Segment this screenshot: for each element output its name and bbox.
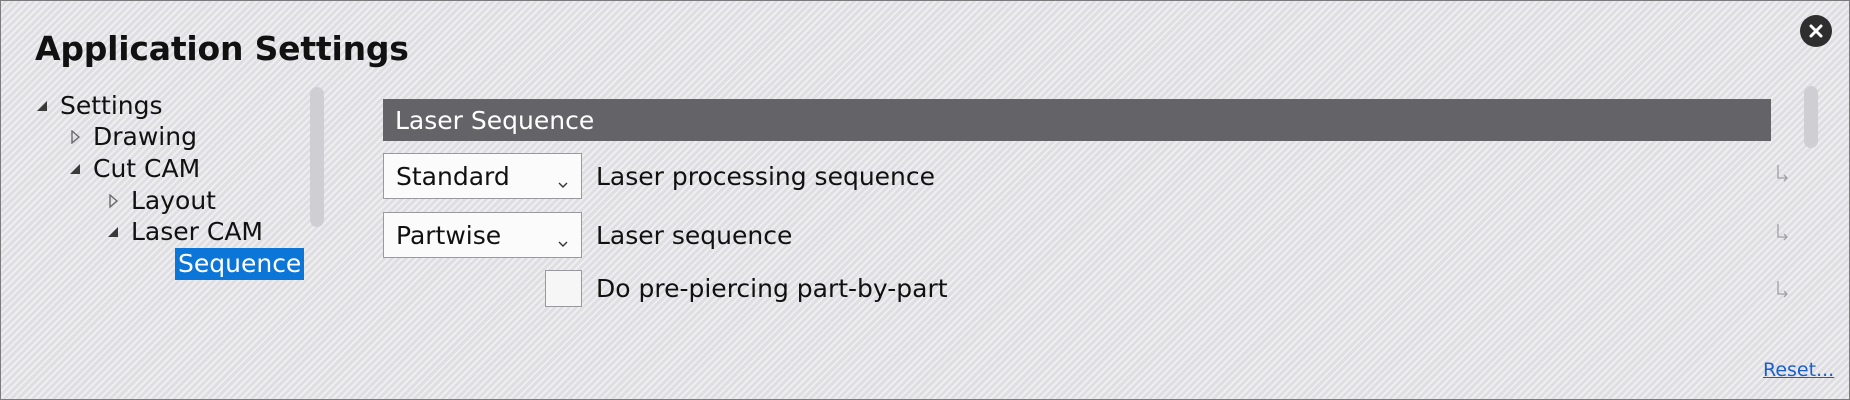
section-header: Laser Sequence [383, 99, 1771, 141]
pre-piercing-label: Do pre-piercing part-by-part [596, 274, 948, 303]
window-title: Application Settings [35, 29, 409, 68]
dropdown-value: Partwise [396, 220, 502, 250]
triangle-expanded-icon[interactable] [31, 89, 57, 123]
tree-item-settings[interactable]: Settings [31, 89, 166, 123]
settings-tree: Settings Drawing Cut CAM Layout Laser CA [31, 89, 321, 319]
close-icon [1808, 23, 1824, 39]
pre-piercing-checkbox[interactable] [545, 270, 582, 307]
tree-scrollbar[interactable] [310, 87, 324, 227]
laser-processing-sequence-label: Laser processing sequence [596, 162, 936, 191]
tree-item-label: Layout [131, 186, 216, 215]
settings-window: Application Settings Settings Drawing Cu… [0, 0, 1850, 400]
laser-sequence-label: Laser sequence [596, 221, 793, 250]
dropdown-value: Standard [396, 161, 510, 191]
tree-item-laser-cam[interactable]: Laser CAM [102, 215, 266, 249]
tree-item-layout[interactable]: Layout [102, 184, 219, 218]
laser-processing-sequence-dropdown[interactable]: Standard [383, 153, 582, 199]
tree-item-label: Cut CAM [93, 154, 201, 183]
close-button[interactable] [1800, 15, 1832, 47]
triangle-expanded-icon[interactable] [64, 152, 90, 186]
content-scrollbar[interactable] [1804, 86, 1818, 148]
row-marker-icon [1775, 280, 1789, 298]
row-marker-icon [1775, 223, 1789, 241]
tree-item-label: Sequence [175, 248, 305, 280]
triangle-collapsed-icon[interactable] [64, 120, 90, 154]
tree-item-label: Settings [60, 91, 163, 120]
triangle-collapsed-icon[interactable] [102, 184, 128, 218]
row-marker-icon [1775, 164, 1789, 182]
tree-item-sequence[interactable]: Sequence [175, 247, 305, 281]
reset-link[interactable]: Reset... [1763, 359, 1834, 381]
tree-item-label: Drawing [93, 122, 197, 151]
tree-item-label: Laser CAM [131, 217, 264, 246]
laser-sequence-dropdown[interactable]: Partwise [383, 212, 582, 258]
chevron-down-icon [557, 227, 569, 247]
tree-item-cut-cam[interactable]: Cut CAM [64, 152, 203, 186]
tree-item-drawing[interactable]: Drawing [64, 120, 200, 154]
chevron-down-icon [557, 168, 569, 188]
triangle-expanded-icon[interactable] [102, 215, 128, 249]
